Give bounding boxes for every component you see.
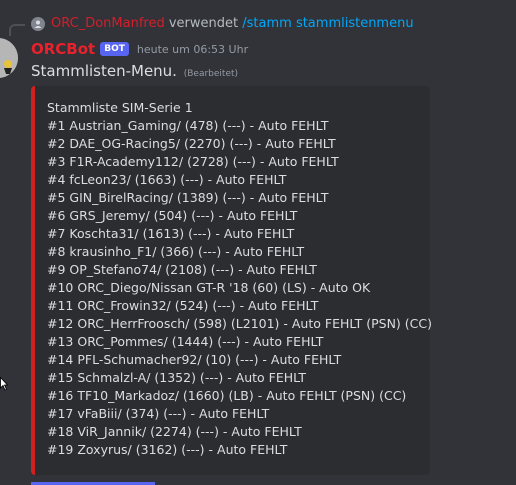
message-timestamp[interactable]: heute um 06:53 Uhr xyxy=(137,43,248,56)
embed-description: Stammliste SIM-Serie 1 #1 Austrian_Gaming… xyxy=(47,99,432,459)
reply-context[interactable]: ORC_DonManfred verwendet /stamm stammlis… xyxy=(0,14,516,36)
embed-list-item: #11 ORC_Frowin32/ (524) (---) - Auto FEH… xyxy=(47,298,319,313)
reply-text: ORC_DonManfred verwendet /stamm stammlis… xyxy=(51,16,414,31)
embed-list-item: #8 krausinho_F1/ (366) (---) - Auto FEHL… xyxy=(47,244,305,259)
bot-avatar[interactable] xyxy=(0,38,18,78)
bot-avatar-image xyxy=(0,38,18,78)
embed-list-item: #18 ViR_Jannik/ (2274) (---) - Auto FEHL… xyxy=(47,424,302,439)
user-icon xyxy=(34,20,42,28)
bot-badge: BOT xyxy=(100,42,129,56)
edited-label: (Bearbeitet) xyxy=(183,69,239,79)
embed-list-item: #16 TF10_Markadoz/ (1660) (LB) - Auto FE… xyxy=(47,388,407,403)
embed-list-item: #6 GRS_Jeremy/ (504) (---) - Auto FEHLT xyxy=(47,208,298,223)
embed-list-item: #5 GIN_BirelRacing/ (1389) (---) - Auto … xyxy=(47,190,329,205)
message-content: Stammlisten-Menu. (Bearbeitet) xyxy=(31,62,238,80)
mouse-cursor-icon xyxy=(0,377,8,391)
embed: Stammliste SIM-Serie 1 #1 Austrian_Gaming… xyxy=(31,86,432,475)
reply-verb: verwendet xyxy=(168,16,239,31)
embed-list-item: #4 fcLeon23/ (1663) (---) - Auto FEHLT xyxy=(47,172,287,187)
embed-list-item: #14 PFL-Schumacher92/ (10) (---) - Auto … xyxy=(47,352,342,367)
bot-username[interactable]: ORCBot xyxy=(31,40,95,58)
embed-list-item: #2 DAE_OG-Racing5/ (2270) (---) - Auto F… xyxy=(47,136,336,151)
embed-list-item: #17 vFaBiii/ (374) (---) - Auto FEHLT xyxy=(47,406,270,421)
embed-title-line: Stammliste SIM-Serie 1 xyxy=(47,100,193,115)
embed-list-item: #7 Koschta31/ (1613) (---) - Auto FEHLT xyxy=(47,226,295,241)
reply-spine xyxy=(9,24,25,36)
message-header: ORCBot BOT heute um 06:53 Uhr xyxy=(31,40,248,58)
reply-username[interactable]: ORC_DonManfred xyxy=(51,16,165,31)
reply-command-link[interactable]: /stamm stammlistenmenu xyxy=(242,16,413,31)
embed-list-item: #13 ORC_Pommes/ (1444) (---) - Auto FEHL… xyxy=(47,334,324,349)
embed-list-item: #12 ORC_HerrFroosch/ (598) (L2101) - Aut… xyxy=(47,316,432,331)
reply-avatar[interactable] xyxy=(31,17,45,31)
embed-list-item: #1 Austrian_Gaming/ (478) (---) - Auto F… xyxy=(47,118,329,133)
embed-list-item: #19 Zoxyrus/ (3162) (---) - Auto FEHLT xyxy=(47,442,288,457)
message-text: Stammlisten-Menu. xyxy=(31,62,177,80)
embed-list-item: #15 Schmalzl-A/ (1352) (---) - Auto FEHL… xyxy=(47,370,307,385)
embed-list-item: #3 F1R-Academy112/ (2728) (---) - Auto F… xyxy=(47,154,339,169)
embed-list-item: #9 OP_Stefano74/ (2108) (---) - Auto FEH… xyxy=(47,262,317,277)
embed-list-item: #10 ORC_Diego/Nissan GT-R '18 (60) (LS) … xyxy=(47,280,371,295)
